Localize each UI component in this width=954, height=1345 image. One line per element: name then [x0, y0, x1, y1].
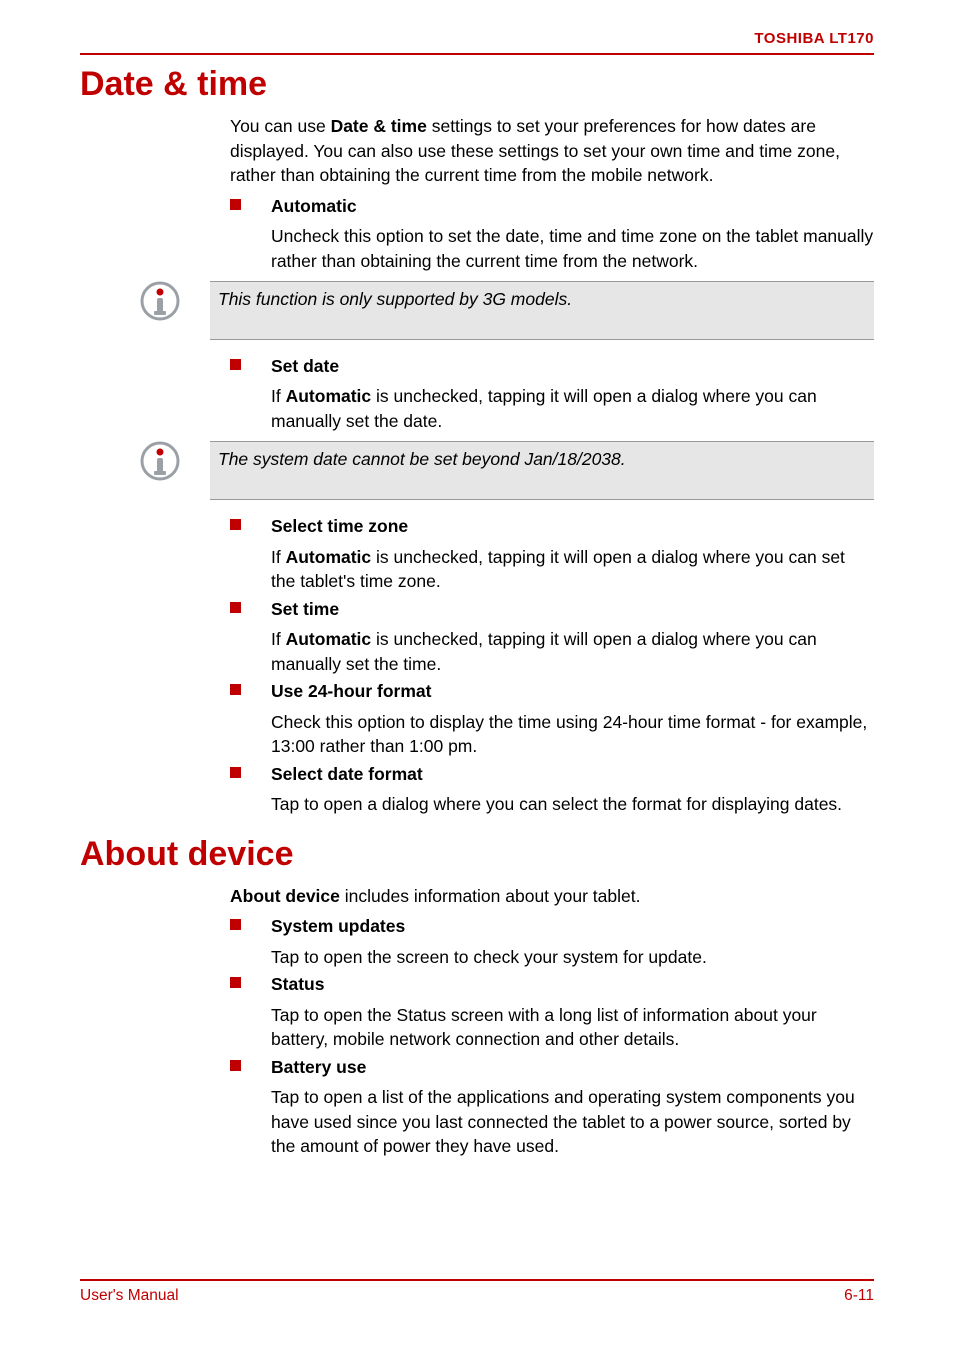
- bullet-desc-battery-use: Tap to open a list of the applications a…: [271, 1085, 874, 1159]
- bullet-desc-automatic: Uncheck this option to set the date, tim…: [271, 224, 874, 273]
- desc-pre: If: [271, 629, 286, 649]
- desc-bold: Automatic: [286, 386, 372, 406]
- section2-body: About device includes information about …: [230, 884, 874, 1159]
- header-rule: [80, 53, 874, 55]
- section1-body-3: Select time zone If Automatic is uncheck…: [230, 514, 874, 817]
- note-body-3g: This function is only supported by 3G mo…: [210, 281, 874, 340]
- bullet-set-date: Set date If Automatic is unchecked, tapp…: [230, 354, 874, 434]
- bullet-icon: [230, 684, 241, 695]
- section1-body: You can use Date & time settings to set …: [230, 114, 874, 273]
- section-title-about-device: About device: [80, 835, 874, 874]
- bullet-system-updates: System updates Tap to open the screen to…: [230, 914, 874, 969]
- intro-bold: Date & time: [331, 116, 427, 136]
- section-title-date-time: Date & time: [80, 65, 874, 104]
- bullet-icon: [230, 199, 241, 210]
- bullet-24hour: Use 24-hour format Check this option to …: [230, 679, 874, 759]
- footer-right: 6-11: [844, 1287, 874, 1305]
- section2-intro-bold: About device: [230, 886, 340, 906]
- bullet-icon: [230, 1060, 241, 1071]
- desc-pre: If: [271, 386, 286, 406]
- bullet-icon: [230, 359, 241, 370]
- desc-pre: If: [271, 547, 286, 567]
- bullet-content: Select date format Tap to open a dialog …: [271, 762, 874, 817]
- footer-left: User's Manual: [80, 1287, 179, 1305]
- bullet-content: Select time zone If Automatic is uncheck…: [271, 514, 874, 594]
- bullet-desc-status: Tap to open the Status screen with a lon…: [271, 1003, 874, 1052]
- bullet-desc-24hour: Check this option to display the time us…: [271, 710, 874, 759]
- bullet-automatic: Automatic Uncheck this option to set the…: [230, 194, 874, 274]
- bullet-content: System updates Tap to open the screen to…: [271, 914, 874, 969]
- bullet-title-system-updates: System updates: [271, 914, 874, 939]
- bullet-title-select-timezone: Select time zone: [271, 514, 874, 539]
- info-icon: [140, 281, 190, 340]
- info-icon-svg: [140, 441, 180, 481]
- bullet-status: Status Tap to open the Status screen wit…: [230, 972, 874, 1052]
- bullet-set-time: Set time If Automatic is unchecked, tapp…: [230, 597, 874, 677]
- bullet-desc-set-date: If Automatic is unchecked, tapping it wi…: [271, 384, 874, 433]
- desc-bold: Automatic: [286, 629, 372, 649]
- bullet-icon: [230, 602, 241, 613]
- header-product: TOSHIBA LT170: [80, 30, 874, 47]
- bullet-battery-use: Battery use Tap to open a list of the ap…: [230, 1055, 874, 1159]
- bullet-title-status: Status: [271, 972, 874, 997]
- note-date-limit: The system date cannot be set beyond Jan…: [80, 441, 874, 500]
- bullet-desc-select-timezone: If Automatic is unchecked, tapping it wi…: [271, 545, 874, 594]
- bullet-title-24hour: Use 24-hour format: [271, 679, 874, 704]
- bullet-content: Automatic Uncheck this option to set the…: [271, 194, 874, 274]
- footer-line: User's Manual 6-11: [80, 1287, 874, 1305]
- bullet-title-set-time: Set time: [271, 597, 874, 622]
- bullet-select-timezone: Select time zone If Automatic is uncheck…: [230, 514, 874, 594]
- bullet-title-battery-use: Battery use: [271, 1055, 874, 1080]
- info-icon: [140, 441, 190, 500]
- bullet-date-format: Select date format Tap to open a dialog …: [230, 762, 874, 817]
- bullet-content: Battery use Tap to open a list of the ap…: [271, 1055, 874, 1159]
- footer-rule: [80, 1279, 874, 1281]
- footer: User's Manual 6-11: [80, 1279, 874, 1305]
- bullet-title-date-format: Select date format: [271, 762, 874, 787]
- bullet-icon: [230, 767, 241, 778]
- bullet-content: Status Tap to open the Status screen wit…: [271, 972, 874, 1052]
- note-body-date-limit: The system date cannot be set beyond Jan…: [210, 441, 874, 500]
- bullet-content: Set date If Automatic is unchecked, tapp…: [271, 354, 874, 434]
- bullet-content: Set time If Automatic is unchecked, tapp…: [271, 597, 874, 677]
- bullet-desc-date-format: Tap to open a dialog where you can selec…: [271, 792, 874, 817]
- bullet-title-set-date: Set date: [271, 354, 874, 379]
- section1-intro: You can use Date & time settings to set …: [230, 114, 874, 188]
- bullet-icon: [230, 519, 241, 530]
- bullet-content: Use 24-hour format Check this option to …: [271, 679, 874, 759]
- intro-pre: You can use: [230, 116, 331, 136]
- section2-intro-post: includes information about your tablet.: [340, 886, 641, 906]
- note-3g: This function is only supported by 3G mo…: [80, 281, 874, 340]
- bullet-title-automatic: Automatic: [271, 194, 874, 219]
- bullet-desc-set-time: If Automatic is unchecked, tapping it wi…: [271, 627, 874, 676]
- section2-intro: About device includes information about …: [230, 884, 874, 909]
- bullet-icon: [230, 977, 241, 988]
- section1-body-2: Set date If Automatic is unchecked, tapp…: [230, 354, 874, 434]
- bullet-icon: [230, 919, 241, 930]
- bullet-desc-system-updates: Tap to open the screen to check your sys…: [271, 945, 874, 970]
- desc-bold: Automatic: [286, 547, 372, 567]
- info-icon-svg: [140, 281, 180, 321]
